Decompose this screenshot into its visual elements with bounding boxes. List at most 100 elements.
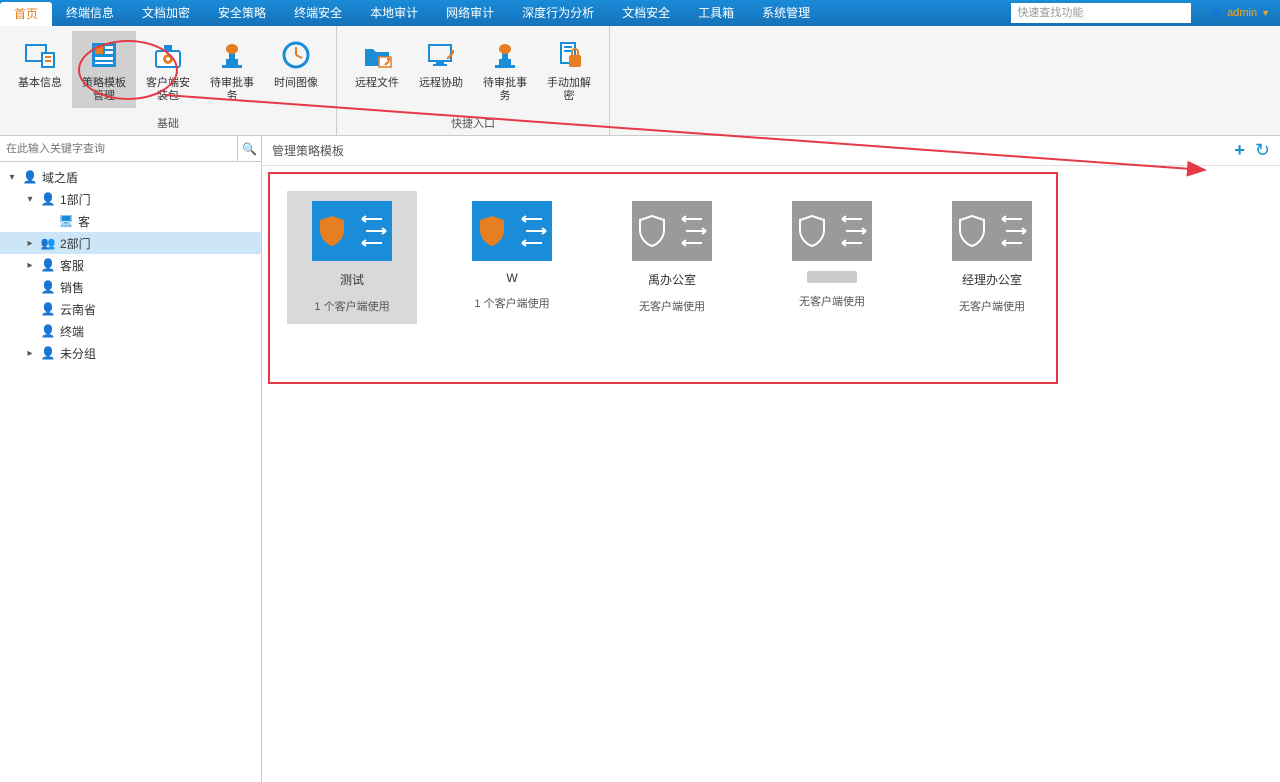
tree-node-label: 域之盾 [42, 169, 78, 186]
folder-icon [361, 39, 393, 71]
main-area: 🔍 ▾👤域之盾▾👤1部门🖥客▸👥2部门▸👤客服👤销售👤云南省👤终端▸👤未分组 管… [0, 136, 1280, 782]
tree-node-label: 1部门 [60, 191, 91, 208]
ribbon-btn-label: 手动加解密 [545, 77, 593, 103]
tree-item-3[interactable]: ▸👥2部门 [0, 232, 261, 254]
ribbon-btn-info[interactable]: 基本信息 [8, 31, 72, 108]
tree-node-icon: 👤 [40, 324, 56, 338]
user-name: admin [1227, 7, 1257, 19]
tree-node-label: 未分组 [60, 345, 96, 362]
search-icon: 🔍 [242, 142, 257, 156]
tree-node-label: 销售 [60, 279, 84, 296]
menu-tab-4[interactable]: 终端安全 [280, 0, 356, 26]
ribbon-btn-monitor[interactable]: 远程协助 [409, 31, 473, 108]
add-button[interactable]: + [1234, 140, 1245, 161]
sidebar-search: 🔍 [0, 136, 261, 162]
sidebar-search-button[interactable]: 🔍 [237, 136, 261, 161]
tree-item-0[interactable]: ▾ 👤 域之盾 [0, 166, 261, 188]
tree-node-icon: 👤 [40, 192, 56, 206]
tree-item-7[interactable]: 👤 终端 [0, 320, 261, 342]
menu-tab-6[interactable]: 网络审计 [432, 0, 508, 26]
org-tree: ▾👤域之盾▾👤1部门🖥客▸👥2部门▸👤客服👤销售👤云南省👤终端▸👤未分组 [0, 162, 261, 368]
stamp-icon [216, 39, 248, 71]
tree-node-label: 终端 [60, 323, 84, 340]
tree-node-icon: 👤 [40, 346, 56, 360]
ribbon-btn-label: 时间图像 [274, 77, 318, 90]
ribbon-group-label: 快捷入口 [337, 113, 609, 135]
content-title: 管理策略模板 [272, 142, 1234, 159]
tree-item-6[interactable]: 👤云南省 [0, 298, 261, 320]
content-header: 管理策略模板 + ↻ [262, 136, 1280, 166]
tree-toggle-icon: ▾ [6, 172, 18, 183]
header-actions: + ↻ [1234, 140, 1270, 161]
menu-tab-10[interactable]: 系统管理 [748, 0, 824, 26]
ribbon-btn-stamp[interactable]: 待审批事务 [200, 31, 264, 108]
top-menu-bar: 首页终端信息文档加密安全策略终端安全本地审计网络审计深度行为分析文档安全工具箱系… [0, 0, 1280, 26]
clock-icon [280, 39, 312, 71]
tree-node-label: 客 [78, 213, 90, 230]
tree-item-1[interactable]: ▾👤1部门 [0, 188, 261, 210]
tree-item-4[interactable]: ▸👤客服 [0, 254, 261, 276]
template-card-1[interactable]: W1 个客户端使用 [447, 191, 577, 324]
tree-toggle-icon: ▸ [24, 238, 36, 249]
menu-tab-3[interactable]: 安全策略 [204, 0, 280, 26]
menu-tab-9[interactable]: 工具箱 [684, 0, 748, 26]
tree-node-icon: 👥 [40, 236, 56, 250]
global-search-input[interactable]: 快速查找功能 [1011, 3, 1191, 23]
ribbon-btn-package[interactable]: 客户端安装包 [136, 31, 200, 108]
ribbon-toolbar: 基本信息策略模板管理客户端安装包待审批事务时间图像基础远程文件远程协助待审批事务… [0, 26, 1280, 136]
ribbon-btn-stamp2[interactable]: 待审批事务 [473, 31, 537, 108]
refresh-button[interactable]: ↻ [1255, 140, 1270, 161]
template-card-3[interactable]: 无客户端使用 [767, 191, 897, 324]
tree-item-2[interactable]: 🖥客 [0, 210, 261, 232]
tree-node-icon: 👤 [22, 170, 38, 184]
ribbon-btn-label: 策略模板管理 [80, 77, 128, 103]
menu-tab-0[interactable]: 首页 [0, 2, 52, 26]
card-name: 经理办公室 [962, 271, 1022, 288]
tree-item-5[interactable]: 👤销售 [0, 276, 261, 298]
sidebar: 🔍 ▾👤域之盾▾👤1部门🖥客▸👥2部门▸👤客服👤销售👤云南省👤终端▸👤未分组 [0, 136, 262, 782]
tree-item-8[interactable]: ▸ 👤 未分组 [0, 342, 261, 364]
settings-lines-icon [992, 201, 1032, 261]
ribbon-btn-clock[interactable]: 时间图像 [264, 31, 328, 108]
sidebar-search-input[interactable] [0, 136, 237, 161]
ribbon-btn-label: 待审批事务 [208, 77, 256, 103]
monitor-icon [425, 39, 457, 71]
ribbon-group-1: 远程文件远程协助待审批事务手动加解密快捷入口 [337, 26, 610, 135]
template-card-4[interactable]: 经理办公室无客户端使用 [927, 191, 1057, 324]
card-name: W [506, 271, 517, 285]
template-icon [312, 201, 392, 261]
ribbon-btn-label: 远程文件 [355, 77, 399, 90]
template-card-2[interactable]: 禹办公室无客户端使用 [607, 191, 737, 324]
menu-tab-5[interactable]: 本地审计 [356, 0, 432, 26]
template-cards: 测试1 个客户端使用 W1 个客户端使用 禹办公室无客户端使用 无客户端使用 经… [277, 181, 1265, 334]
tree-toggle-icon: ▸ [24, 348, 36, 359]
card-usage: 无客户端使用 [639, 298, 705, 314]
lock-icon [553, 39, 585, 71]
menu-tab-7[interactable]: 深度行为分析 [508, 0, 608, 26]
menu-tab-1[interactable]: 终端信息 [52, 0, 128, 26]
info-icon [24, 39, 56, 71]
card-usage: 无客户端使用 [799, 293, 865, 309]
package-icon [152, 39, 184, 71]
ribbon-btn-lock[interactable]: 手动加解密 [537, 31, 601, 108]
shield-icon [312, 201, 352, 261]
tree-node-label: 客服 [60, 257, 84, 274]
ribbon-btn-label: 待审批事务 [481, 77, 529, 103]
chevron-down-icon: ▼ [1261, 8, 1270, 18]
ribbon-btn-folder[interactable]: 远程文件 [345, 31, 409, 108]
template-card-0[interactable]: 测试1 个客户端使用 [287, 191, 417, 324]
settings-lines-icon [672, 201, 712, 261]
card-name: 禹办公室 [648, 271, 696, 288]
ribbon-btn-label: 客户端安装包 [144, 77, 192, 103]
menu-tab-2[interactable]: 文档加密 [128, 0, 204, 26]
template-icon [952, 201, 1032, 261]
user-menu[interactable]: 👤admin▼ [1199, 7, 1280, 20]
menu-tab-8[interactable]: 文档安全 [608, 0, 684, 26]
content-panel: 管理策略模板 + ↻ 测试1 个客户端使用 W1 个客户端使用 禹办公室无客户端… [262, 136, 1280, 782]
template-icon [632, 201, 712, 261]
ribbon-group-0: 基本信息策略模板管理客户端安装包待审批事务时间图像基础 [0, 26, 337, 135]
shield-icon [632, 201, 672, 261]
tree-node-icon: 🖥 [58, 214, 74, 228]
settings-lines-icon [512, 201, 552, 261]
ribbon-btn-template[interactable]: 策略模板管理 [72, 31, 136, 108]
